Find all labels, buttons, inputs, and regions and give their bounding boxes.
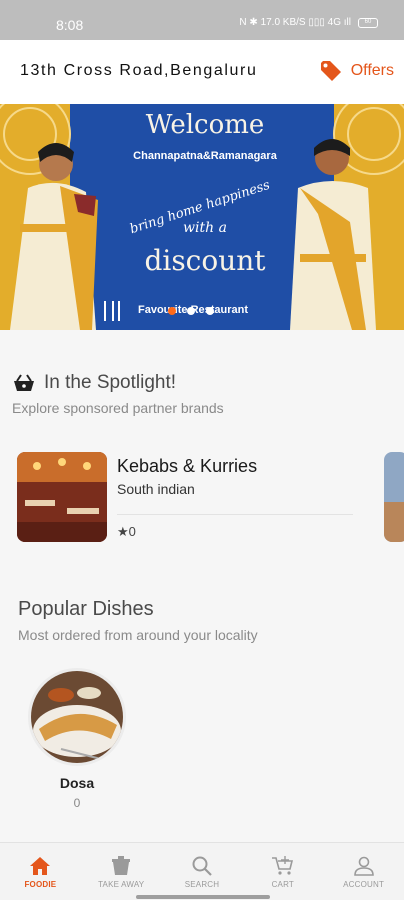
offers-button[interactable]: Offers	[319, 59, 394, 83]
home-icon	[30, 857, 51, 875]
battery-icon: 60	[358, 17, 378, 28]
banner-discount: discount	[144, 244, 266, 277]
restaurant-cuisine: South indian	[117, 481, 195, 497]
carousel-dot-active[interactable]	[168, 307, 176, 315]
carousel-dot[interactable]	[187, 307, 195, 315]
account-icon	[353, 856, 374, 876]
dish-name[interactable]: Dosa	[28, 775, 126, 791]
app-screen: 8:08 N ✱ 17.0 KB/S ▯▯▯ 4G ıll 60 13th Cr…	[0, 0, 404, 900]
next-restaurant-card[interactable]	[384, 452, 404, 542]
nav-foodie[interactable]: FOODIE	[0, 843, 81, 900]
restaurant-name[interactable]: Kebabs & Kurries	[117, 456, 257, 477]
nav-label: ACCOUNT	[343, 880, 385, 889]
home-indicator[interactable]	[136, 895, 270, 899]
banner-subtitle: Channapatna&Ramanagara	[133, 150, 277, 162]
spotlight-title: In the Spotlight!	[44, 372, 177, 393]
nav-label: CART	[271, 880, 294, 889]
location-selector[interactable]: 13th Cross Road,Bengaluru	[20, 62, 257, 80]
banner-tagline-2: with a	[183, 220, 227, 236]
banner-welcome: Welcome	[145, 110, 265, 140]
popular-dishes-title: Popular Dishes	[18, 598, 154, 620]
cart-icon	[271, 856, 293, 875]
nav-take-away[interactable]: TAKE AWAY	[81, 843, 162, 900]
bottom-navigation: FOODIE TAKE AWAY SEARCH CART ACCOUNT	[0, 842, 404, 900]
tag-icon	[320, 61, 341, 81]
promo-banner[interactable]: Welcome Channapatna&Ramanagara bring hom…	[0, 104, 404, 330]
carousel-dot[interactable]	[206, 307, 214, 315]
nav-account[interactable]: ACCOUNT	[323, 843, 404, 900]
status-time: 8:08	[56, 17, 84, 33]
nav-label: TAKE AWAY	[98, 880, 145, 889]
search-icon	[192, 856, 212, 876]
dish-order-count: 0	[73, 796, 81, 810]
nav-label: FOODIE	[24, 880, 57, 889]
status-indicators: N ✱ 17.0 KB/S ▯▯▯ 4G ıll	[239, 17, 351, 28]
nav-cart[interactable]: CART	[242, 843, 323, 900]
status-icons: N ✱ 17.0 KB/S ▯▯▯ 4G ıll 60	[239, 17, 378, 28]
nav-search[interactable]: SEARCH	[162, 843, 243, 900]
dish-image[interactable]	[28, 668, 126, 766]
takeaway-icon	[112, 856, 131, 875]
spotlight-subtitle: Explore sponsored partner brands	[12, 400, 224, 416]
restaurant-image[interactable]	[17, 452, 107, 542]
nav-label: SEARCH	[184, 880, 220, 889]
carousel-dots	[168, 307, 214, 315]
basket-icon	[14, 374, 34, 391]
popular-dishes-subtitle: Most ordered from around your locality	[18, 627, 258, 643]
offers-label: Offers	[350, 62, 394, 79]
app-header: 13th Cross Road,Bengaluru Offers	[0, 40, 404, 104]
restaurant-rating: ★0	[117, 524, 136, 539]
status-bar: 8:08 N ✱ 17.0 KB/S ▯▯▯ 4G ıll 60	[0, 0, 404, 40]
card-divider	[117, 514, 353, 515]
